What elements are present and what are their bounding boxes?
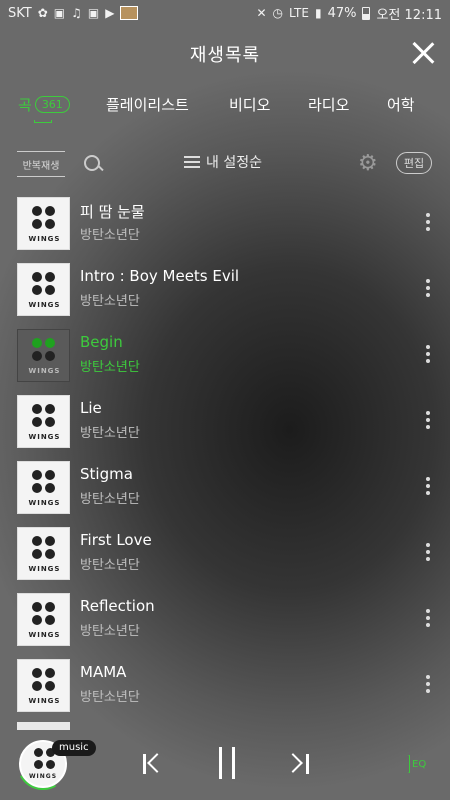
pause-icon[interactable] [216, 747, 238, 779]
song-title: Intro : Boy Meets Evil [80, 267, 240, 285]
more-options-icon[interactable] [424, 674, 432, 696]
tab-active-indicator [34, 120, 52, 123]
edit-button[interactable]: 편집 [396, 152, 432, 174]
sort-label: 내 설정순 [206, 155, 262, 171]
next-icon[interactable] [283, 752, 310, 776]
eq-label: EQ [412, 758, 427, 770]
more-options-icon[interactable] [424, 410, 432, 432]
music-badge: music [52, 740, 96, 756]
status-right: ✕ ◷ LTE ▮ 47% 오전 12:11 [256, 4, 442, 23]
sort-button[interactable]: 내 설정순 [184, 152, 262, 172]
album-label: WINGS [28, 565, 61, 573]
list-toolbar: 반복재생 내 설정순 ⚙ 편집 [0, 146, 450, 184]
album-art: WINGS [17, 263, 70, 316]
album-art: WINGS [17, 659, 70, 712]
album-label: WINGS [28, 301, 61, 309]
song-title: MAMA [80, 663, 127, 681]
status-bar: SKT ✿ ▣ ♫ ▣ ▶ ✕ ◷ LTE ▮ 47% 오전 12:11 [0, 0, 450, 26]
gear-icon[interactable]: ⚙ [358, 151, 378, 177]
mini-player: WINGS music EQ [0, 730, 450, 800]
battery-label: 47% [327, 5, 357, 21]
more-options-icon[interactable] [424, 278, 432, 300]
album-art: WINGS [17, 593, 70, 646]
song-artist: 방탄소년단 [80, 228, 140, 243]
youtube-icon: ▶ [105, 6, 115, 20]
music-app-icon: ♫ [71, 6, 82, 20]
album-label: WINGS [28, 499, 61, 507]
battery-icon [362, 6, 371, 20]
equalizer-button[interactable]: EQ [396, 752, 426, 776]
tab-songs-count: 361 [34, 96, 70, 113]
song-title: First Love [80, 531, 152, 549]
tab-songs-label: 곡 [18, 96, 32, 114]
song-artist: 방탄소년단 [80, 558, 140, 573]
song-artist: 방탄소년단 [80, 294, 140, 309]
album-art: WINGS [17, 461, 70, 514]
tab-radio[interactable]: 라디오 [308, 94, 349, 115]
song-artist: 방탄소년단 [80, 492, 140, 507]
list-item[interactable]: WINGS Lie 방탄소년단 [0, 390, 450, 456]
page-title: 재생목록 [189, 45, 261, 66]
list-item[interactable]: WINGS Intro : Boy Meets Evil 방탄소년단 [0, 258, 450, 324]
album-art: WINGS [17, 527, 70, 580]
song-artist: 방탄소년단 [80, 360, 140, 375]
list-item[interactable]: WINGS First Love 방탄소년단 [0, 522, 450, 588]
talk-icon-2: ▣ [87, 6, 100, 20]
carrier-label: SKT [8, 5, 32, 21]
search-icon[interactable] [82, 153, 104, 175]
previous-icon[interactable] [141, 752, 167, 776]
song-title: 피 땀 눈물 [80, 203, 145, 221]
song-artist: 방탄소년단 [80, 624, 140, 639]
album-label: WINGS [28, 367, 61, 375]
more-options-icon[interactable] [424, 542, 432, 564]
song-artist: 방탄소년단 [80, 690, 140, 705]
tab-bar: 곡 361 플레이리스트 비디오 라디오 어학 [0, 86, 450, 132]
mute-icon: ✕ [256, 6, 267, 20]
album-label: WINGS [28, 631, 61, 639]
notification-icon: ✿ [37, 6, 48, 20]
song-list: WINGS 피 땀 눈물 방탄소년단 WINGS Intro : Boy Mee… [0, 192, 450, 722]
more-options-icon[interactable] [424, 608, 432, 630]
song-title: Stigma [80, 465, 133, 483]
album-art: WINGS [17, 329, 70, 382]
tab-video[interactable]: 비디오 [229, 94, 270, 115]
song-title: Begin [80, 333, 123, 351]
repeat-button[interactable]: 반복재생 [17, 151, 65, 177]
tab-playlist[interactable]: 플레이리스트 [106, 94, 189, 115]
album-label: WINGS [28, 235, 61, 243]
list-item[interactable]: WINGS Stigma 방탄소년단 [0, 456, 450, 522]
network-label: LTE [289, 6, 309, 20]
header: 재생목록 [0, 26, 450, 82]
sort-icon [184, 155, 200, 169]
speaker-icon [396, 755, 410, 773]
song-title: Lie [80, 399, 102, 417]
signal-icon: ▮ [314, 6, 322, 20]
notification-thumbnail-icon [120, 6, 139, 20]
tab-language[interactable]: 어학 [387, 94, 415, 115]
clock-label: 오전 12:11 [376, 7, 442, 23]
list-item[interactable]: WINGS Reflection 방탄소년단 [0, 588, 450, 654]
more-options-icon[interactable] [424, 344, 432, 366]
list-item-playing[interactable]: WINGS Begin 방탄소년단 [0, 324, 450, 390]
alarm-icon: ◷ [272, 6, 283, 20]
list-item[interactable]: WINGS 피 땀 눈물 방탄소년단 [0, 192, 450, 258]
album-art-partial [17, 722, 70, 730]
status-left: SKT ✿ ▣ ♫ ▣ ▶ [8, 5, 139, 21]
tab-songs[interactable]: 곡 361 [18, 94, 70, 115]
album-art: WINGS [17, 197, 70, 250]
player-album-label: WINGS [28, 773, 58, 780]
album-label: WINGS [28, 697, 61, 705]
song-title: Reflection [80, 597, 155, 615]
song-artist: 방탄소년단 [80, 426, 140, 441]
close-icon[interactable] [408, 38, 438, 68]
album-art: WINGS [17, 395, 70, 448]
talk-icon: ▣ [53, 6, 66, 20]
more-options-icon[interactable] [424, 212, 432, 234]
album-label: WINGS [28, 433, 61, 441]
list-item[interactable]: WINGS MAMA 방탄소년단 [0, 654, 450, 720]
more-options-icon[interactable] [424, 476, 432, 498]
